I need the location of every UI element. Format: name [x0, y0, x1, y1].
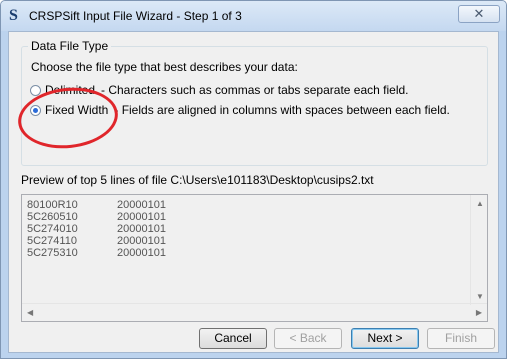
button-bar: Cancel < Back Next > Finish — [9, 324, 498, 352]
scroll-up-icon[interactable]: ▲ — [476, 199, 484, 208]
horizontal-scrollbar[interactable]: ◀ ▶ — [22, 303, 487, 321]
preview-cell: 5C275310 — [27, 247, 78, 259]
radio-description-delimited: - Characters such as commas or tabs sepa… — [101, 83, 409, 97]
finish-button[interactable]: Finish — [427, 328, 495, 349]
data-file-type-group: Data File Type Choose the file type that… — [21, 39, 488, 166]
radio-option-delimited[interactable]: Delimited - Characters such as commas or … — [30, 83, 409, 99]
radio-option-fixed-width[interactable]: Fixed Width - Fields are aligned in colum… — [30, 103, 450, 119]
wizard-window: S CRSPSift Input File Wizard - Step 1 of… — [0, 0, 507, 359]
preview-cell: 5C274110 — [27, 235, 77, 247]
scroll-right-icon[interactable]: ▶ — [476, 308, 482, 317]
file-preview-box[interactable]: 80100R10 20000101 5C260510 20000101 5C2740… — [21, 194, 488, 322]
preview-line: 5C275310 20000101 — [27, 247, 166, 259]
radio-button-fixed-width[interactable] — [30, 105, 41, 116]
preview-cell: 5C274010 — [27, 223, 78, 235]
window-title: CRSPSift Input File Wizard - Step 1 of 3 — [29, 9, 242, 23]
radio-description-fixed-width: - Fields are aligned in columns with spa… — [114, 103, 450, 117]
title-bar[interactable]: S CRSPSift Input File Wizard - Step 1 of… — [1, 1, 506, 31]
preview-cell: 20000101 — [117, 199, 166, 211]
radio-button-delimited[interactable] — [30, 85, 41, 96]
wizard-content: Data File Type Choose the file type that… — [8, 31, 499, 353]
preview-cell: 20000101 — [117, 235, 166, 247]
preview-cell: 20000101 — [117, 223, 166, 235]
radio-label-fixed-width[interactable]: Fixed Width — [45, 103, 108, 117]
group-legend: Data File Type — [28, 39, 112, 53]
preview-lines: 80100R10 20000101 5C260510 20000101 5C2740… — [27, 199, 166, 259]
preview-cell: 80100R10 — [27, 199, 78, 211]
preview-line: 5C274110 20000101 — [27, 235, 166, 247]
preview-cell: 20000101 — [117, 211, 166, 223]
preview-cell: 20000101 — [117, 247, 166, 259]
vertical-scrollbar[interactable]: ▲ ▼ — [470, 195, 487, 305]
preview-line: 80100R10 20000101 — [27, 199, 166, 211]
preview-line: 5C260510 20000101 — [27, 211, 166, 223]
close-icon[interactable]: ✕ — [458, 5, 500, 23]
preview-cell: 5C260510 — [27, 211, 78, 223]
next-button[interactable]: Next > — [351, 328, 419, 349]
scroll-left-icon[interactable]: ◀ — [27, 308, 33, 317]
radio-label-delimited[interactable]: Delimited — [45, 83, 95, 97]
preview-label: Preview of top 5 lines of file C:\Users\… — [21, 173, 374, 187]
app-icon: S — [9, 7, 18, 24]
preview-line: 5C274010 20000101 — [27, 223, 166, 235]
cancel-button[interactable]: Cancel — [199, 328, 267, 349]
back-button[interactable]: < Back — [274, 328, 342, 349]
instruction-text: Choose the file type that best describes… — [31, 60, 298, 74]
scroll-down-icon[interactable]: ▼ — [476, 292, 484, 301]
